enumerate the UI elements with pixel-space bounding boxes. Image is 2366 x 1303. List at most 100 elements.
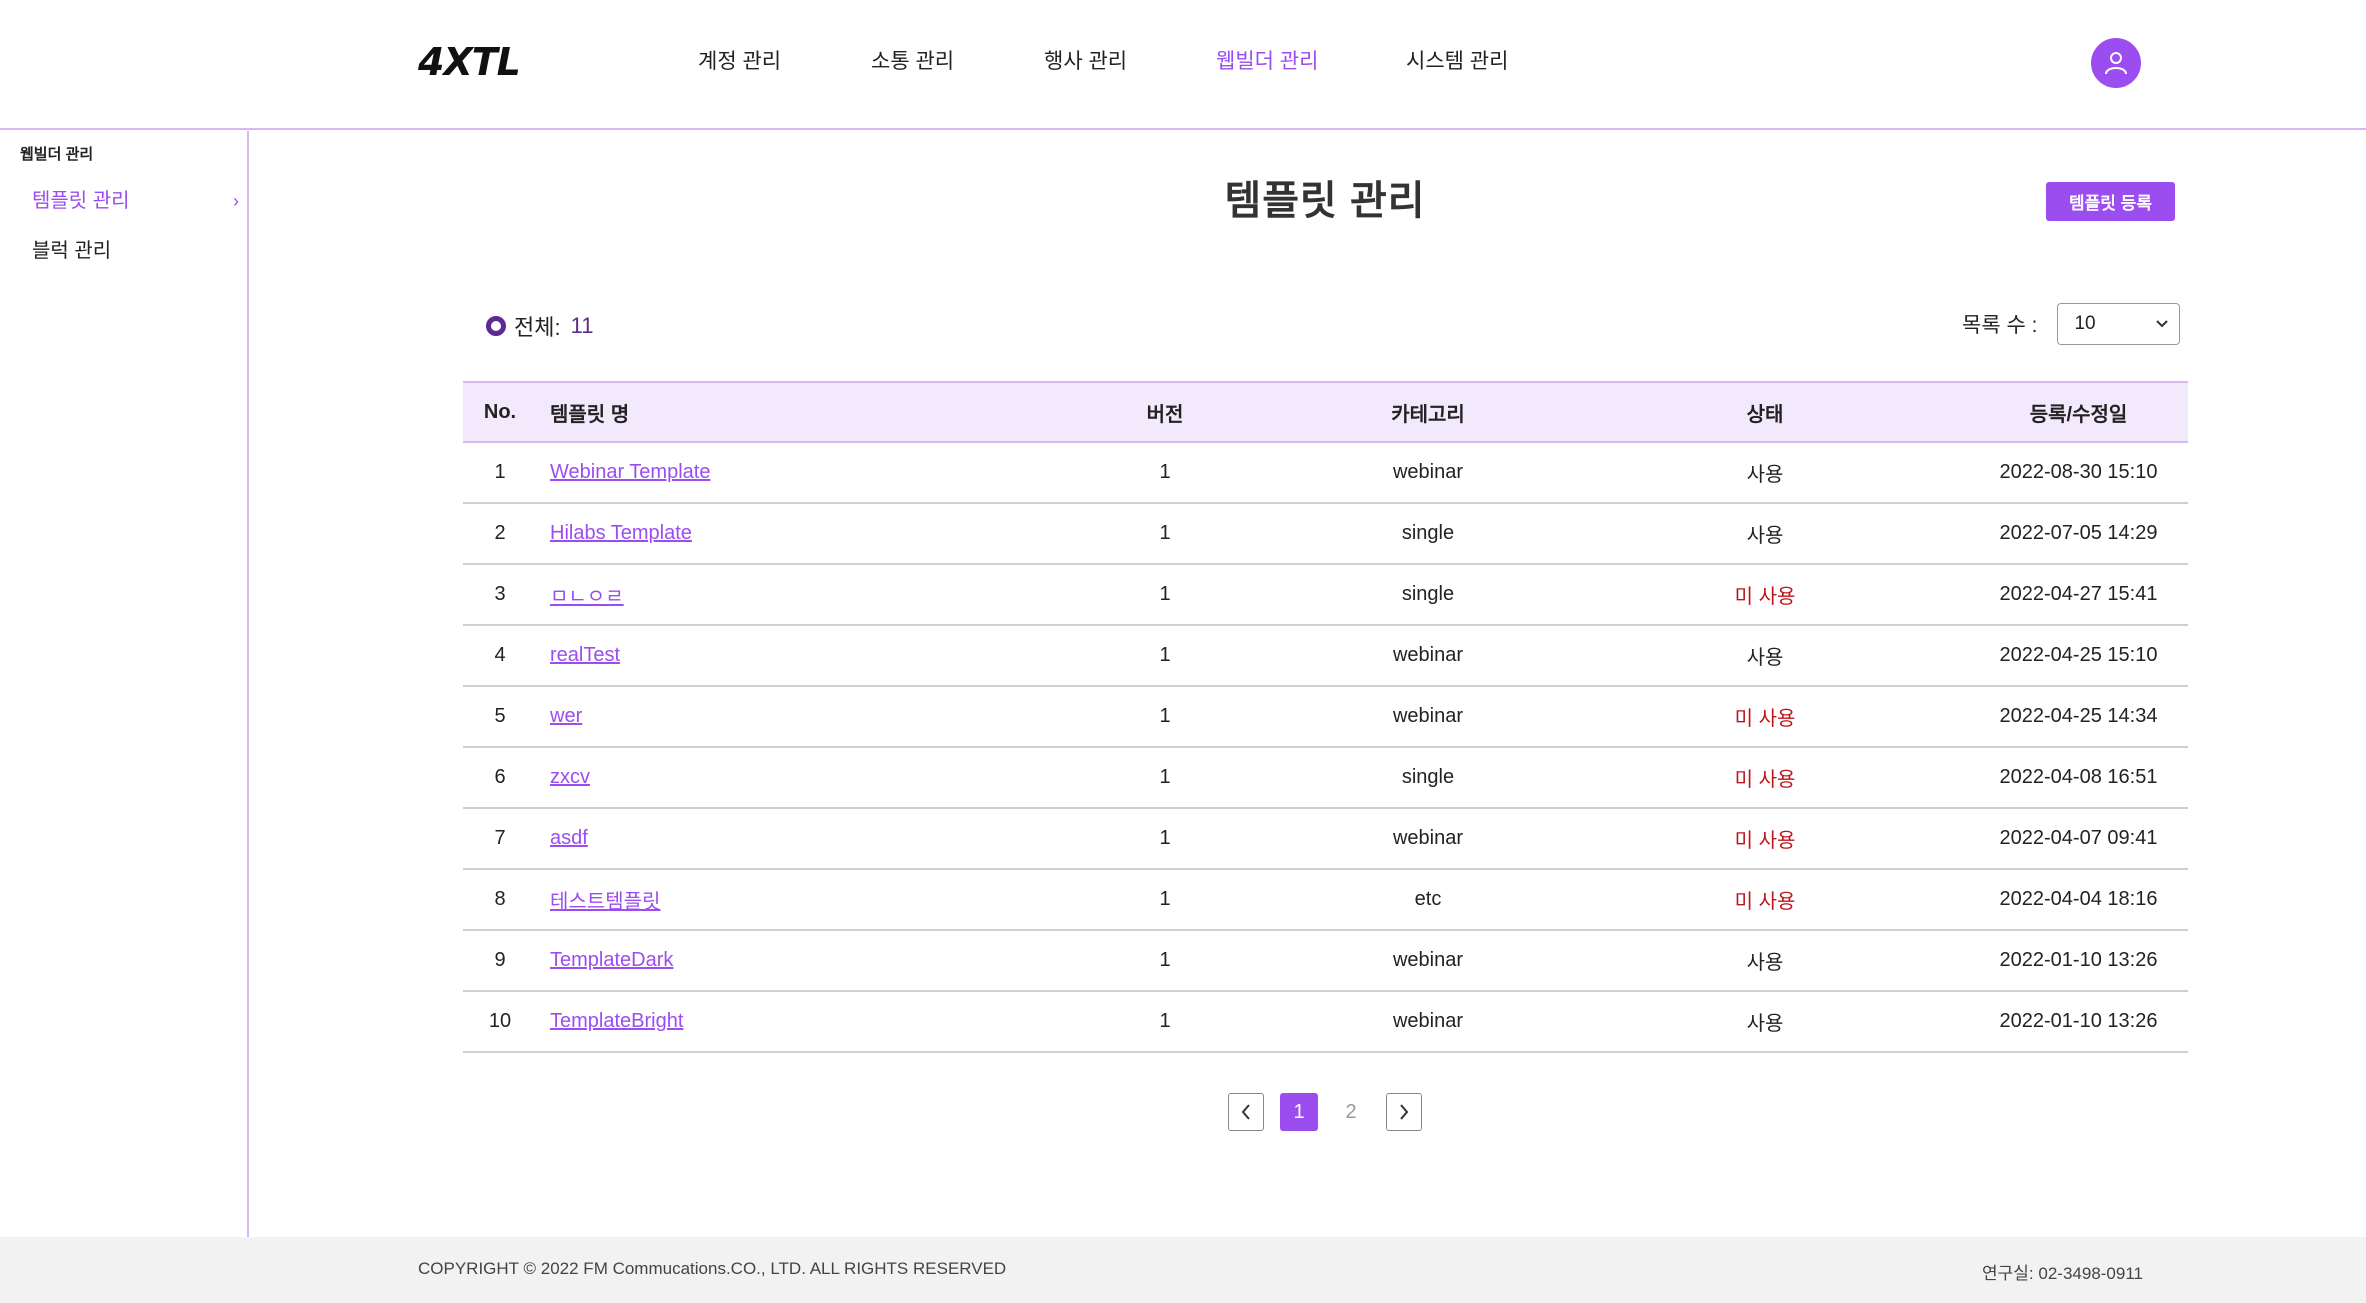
cell-version: 1 <box>1159 888 1171 910</box>
col-header-category: 카테고리 <box>1391 403 1465 426</box>
cell-no: 2 <box>494 522 506 544</box>
col-header-date: 등록/수정일 <box>2029 403 2128 426</box>
cell-category: webinar <box>1392 461 1464 483</box>
list-count-value: 10 <box>2074 313 2096 334</box>
list-count-select[interactable]: 10 <box>2057 303 2181 345</box>
chevron-left-icon <box>1241 1104 1250 1120</box>
cell-template-name: realTest <box>537 644 1035 667</box>
cell-state: 미 사용 <box>1734 769 1796 791</box>
copyright-icon: © <box>523 1259 537 1278</box>
page-button-2[interactable]: 2 <box>1332 1093 1370 1131</box>
table-row: 4 realTest 1 webinar 사용 2022-04-25 15:10 <box>463 626 2188 687</box>
template-name-link[interactable]: TemplateDark <box>550 949 673 971</box>
cell-template-name: TemplateBright <box>537 1010 1035 1033</box>
cell-template-name: wer <box>537 705 1035 728</box>
top-header: 4XTL 계정 관리 소통 관리 행사 관리 웹빌더 관리 시스템 관리 <box>0 0 2366 130</box>
nav-item-system[interactable]: 시스템 관리 <box>1406 42 1516 82</box>
cell-date: 2022-08-30 15:10 <box>1999 461 2158 483</box>
contact-text: 연구실: 02-3498-0911 <box>1982 1264 2143 1283</box>
template-name-link[interactable]: realTest <box>550 644 620 666</box>
table-row: 3 ㅁㄴㅇㄹ 1 single 미 사용 2022-04-27 15:41 <box>463 565 2188 626</box>
cell-state: 사용 <box>1746 464 1784 486</box>
cell-date: 2022-04-25 15:10 <box>1999 644 2158 666</box>
cell-version: 1 <box>1159 522 1171 544</box>
pagination: 1 2 <box>1228 1093 1422 1131</box>
cell-date: 2022-04-27 15:41 <box>1999 583 2158 605</box>
cell-category: webinar <box>1392 705 1464 727</box>
user-icon <box>2105 52 2127 75</box>
chevron-right-icon <box>1400 1104 1409 1120</box>
col-header-state: 상태 <box>1746 403 1784 426</box>
sidebar: 웹빌더 관리 템플릿 관리 › 블럭 관리 <box>0 131 249 1237</box>
sidebar-item-label: 블럭 관리 <box>32 240 112 262</box>
col-header-name: 템플릿 명 <box>550 403 630 426</box>
template-table: No. 템플릿 명 버전 카테고리 상태 등록/수정일 1 Webinar Tem… <box>463 381 2188 1053</box>
cell-category: webinar <box>1392 827 1464 849</box>
cell-version: 1 <box>1159 705 1171 727</box>
nav-item-event[interactable]: 행사 관리 <box>1044 42 1134 82</box>
cell-no: 4 <box>494 644 506 666</box>
cell-version: 1 <box>1159 461 1171 483</box>
user-avatar-button[interactable] <box>2091 38 2141 88</box>
cell-category: single <box>1401 583 1455 605</box>
cell-date: 2022-07-05 14:29 <box>1999 522 2158 544</box>
cell-category: webinar <box>1392 644 1464 666</box>
cell-category: single <box>1401 766 1455 788</box>
total-value: 11 <box>570 313 594 338</box>
cell-template-name: Hilabs Template <box>537 522 1035 545</box>
list-count: 목록 수 : 10 <box>1962 303 2181 345</box>
page-title: 템플릿 관리 <box>1224 179 1426 223</box>
cell-no: 9 <box>494 949 506 971</box>
template-name-link[interactable]: Webinar Template <box>550 461 710 483</box>
table-row: 10 TemplateBright 1 webinar 사용 2022-01-10 13:… <box>463 992 2188 1053</box>
template-name-link[interactable]: zxcv <box>550 766 590 788</box>
template-name-link[interactable]: Hilabs Template <box>550 522 692 544</box>
cell-date: 2022-01-10 13:26 <box>1999 1010 2158 1032</box>
cell-state: 사용 <box>1746 1013 1784 1035</box>
template-name-link[interactable]: TemplateBright <box>550 1010 683 1032</box>
cell-version: 1 <box>1159 827 1171 849</box>
cell-category: webinar <box>1392 949 1464 971</box>
table-body: 1 Webinar Template 1 webinar 사용 2022-08-30 15… <box>463 443 2188 1053</box>
template-name-link[interactable]: 테스트템플릿 <box>550 891 660 913</box>
template-name-link[interactable]: wer <box>550 705 582 727</box>
chevron-down-icon <box>2156 320 2169 328</box>
prev-page-button[interactable] <box>1228 1093 1264 1131</box>
sidebar-item-block[interactable]: 블럭 관리 <box>0 231 247 271</box>
nav-item-communication[interactable]: 소통 관리 <box>871 42 961 82</box>
sidebar-item-template[interactable]: 템플릿 관리 › <box>0 181 247 221</box>
cell-version: 1 <box>1159 1010 1171 1032</box>
table-row: 7 asdf 1 webinar 미 사용 2022-04-07 09:41 <box>463 809 2188 870</box>
cell-no: 6 <box>494 766 506 788</box>
cell-template-name: TemplateDark <box>537 949 1035 972</box>
cell-state: 미 사용 <box>1734 891 1796 913</box>
logo-text: 4XTL <box>418 40 521 84</box>
cell-state: 미 사용 <box>1734 586 1796 608</box>
cell-no: 8 <box>494 888 506 910</box>
table-row: 5 wer 1 webinar 미 사용 2022-04-25 14:34 <box>463 687 2188 748</box>
total-count: 전체: 11 <box>486 310 593 342</box>
template-name-link[interactable]: ㅁㄴㅇㄹ <box>550 586 624 608</box>
total-label: 전체: <box>514 315 561 340</box>
footer: COPYRIGHT © 2022 FM Commucations.CO., LT… <box>0 1237 2366 1303</box>
brand-logo[interactable]: 4XTL <box>418 40 521 84</box>
cell-template-name: 테스트템플릿 <box>537 885 1035 914</box>
table-row: 9 TemplateDark 1 webinar 사용 2022-01-10 13:26 <box>463 931 2188 992</box>
table-row: 1 Webinar Template 1 webinar 사용 2022-08-30 15… <box>463 443 2188 504</box>
cell-template-name: ㅁㄴㅇㄹ <box>537 580 1035 609</box>
nav-item-webbuilder[interactable]: 웹빌더 관리 <box>1216 42 1326 82</box>
col-header-version: 버전 <box>1146 403 1184 426</box>
cell-no: 10 <box>488 1010 512 1032</box>
cell-version: 1 <box>1159 644 1171 666</box>
register-template-button[interactable]: 템플릿 등록 <box>2046 182 2175 221</box>
cell-state: 미 사용 <box>1734 830 1796 852</box>
table-row: 6 zxcv 1 single 미 사용 2022-04-08 16:51 <box>463 748 2188 809</box>
nav-item-account[interactable]: 계정 관리 <box>698 42 788 82</box>
template-name-link[interactable]: asdf <box>550 827 588 849</box>
page-button-1[interactable]: 1 <box>1280 1093 1318 1131</box>
next-page-button[interactable] <box>1386 1093 1422 1131</box>
cell-date: 2022-04-07 09:41 <box>1999 827 2158 849</box>
cell-state: 사용 <box>1746 525 1784 547</box>
col-header-no: No. <box>483 400 517 423</box>
cell-date: 2022-04-04 18:16 <box>1999 888 2158 910</box>
